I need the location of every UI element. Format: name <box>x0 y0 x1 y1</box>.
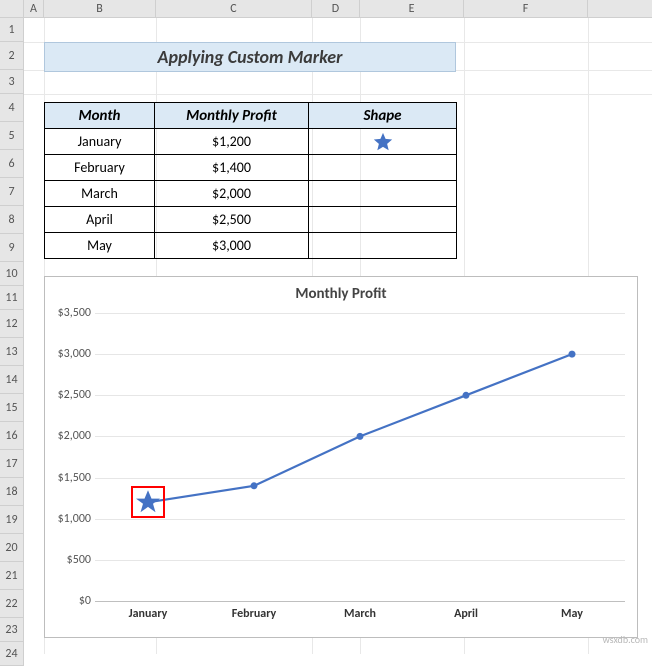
table-row: January $1,200 <box>45 129 457 155</box>
row-header[interactable]: 2 <box>0 42 23 70</box>
select-all-corner[interactable] <box>0 0 24 17</box>
ytick: $1,000 <box>45 512 91 526</box>
col-header-E[interactable]: E <box>360 0 464 17</box>
xtick: April <box>454 607 478 621</box>
row-header[interactable]: 8 <box>0 206 23 234</box>
row-header[interactable]: 11 <box>0 286 23 310</box>
table-row: May $3,000 <box>45 233 457 259</box>
row-header[interactable]: 18 <box>0 478 23 506</box>
row-header[interactable]: 10 <box>0 262 23 286</box>
chart-title: Monthly Profit <box>45 285 637 303</box>
table-row: March $2,000 <box>45 181 457 207</box>
cell-profit[interactable]: $1,200 <box>155 129 309 155</box>
col-header-F[interactable]: F <box>464 0 588 17</box>
cell-profit[interactable]: $1,400 <box>155 155 309 181</box>
col-header-D[interactable]: D <box>312 0 360 17</box>
row-header[interactable]: 4 <box>0 94 23 122</box>
grid-area[interactable]: Applying Custom Marker Month Monthly Pro… <box>24 18 652 654</box>
col-header-A[interactable]: A <box>24 0 44 17</box>
cell-shape[interactable] <box>309 129 457 155</box>
cell-month[interactable]: May <box>45 233 155 259</box>
row-header[interactable]: 23 <box>0 618 23 642</box>
data-marker <box>569 351 576 358</box>
cell-shape[interactable] <box>309 181 457 207</box>
xtick: February <box>232 607 276 621</box>
column-header-row: A B C D E F <box>0 0 652 18</box>
row-header[interactable]: 1 <box>0 18 23 42</box>
th-profit[interactable]: Monthly Profit <box>155 103 309 129</box>
cell-profit[interactable]: $2,500 <box>155 207 309 233</box>
data-marker <box>463 392 470 399</box>
row-header[interactable]: 9 <box>0 234 23 262</box>
col-header-C[interactable]: C <box>156 0 312 17</box>
row-header[interactable]: 14 <box>0 366 23 394</box>
row-header[interactable]: 5 <box>0 122 23 150</box>
cell-shape[interactable] <box>309 233 457 259</box>
xtick: March <box>344 607 376 621</box>
spreadsheet: A B C D E F 1 2 3 4 5 6 7 8 9 10 11 12 1… <box>0 0 652 654</box>
cell-month[interactable]: February <box>45 155 155 181</box>
col-header-B[interactable]: B <box>44 0 156 17</box>
row-header[interactable]: 16 <box>0 422 23 450</box>
page-title-text: Applying Custom Marker <box>158 46 343 68</box>
cell-month[interactable]: January <box>45 129 155 155</box>
row-header[interactable]: 22 <box>0 590 23 618</box>
th-month[interactable]: Month <box>45 103 155 129</box>
ytick: $1,500 <box>45 471 91 485</box>
cell-shape[interactable] <box>309 207 457 233</box>
cell-profit[interactable]: $3,000 <box>155 233 309 259</box>
ytick: $2,500 <box>45 388 91 402</box>
ytick: $0 <box>45 594 91 608</box>
chart-series[interactable] <box>95 313 625 601</box>
table-row: February $1,400 <box>45 155 457 181</box>
cell-month[interactable]: April <box>45 207 155 233</box>
cell-month[interactable]: March <box>45 181 155 207</box>
ytick: $500 <box>45 553 91 567</box>
row-header[interactable]: 15 <box>0 394 23 422</box>
page-title[interactable]: Applying Custom Marker <box>44 42 456 72</box>
th-shape[interactable]: Shape <box>309 103 457 129</box>
data-table: Month Monthly Profit Shape January $1,20… <box>44 102 457 259</box>
xtick: May <box>561 607 583 621</box>
chart[interactable]: Monthly Profit $3,500 $3,000 $2,500 $2,0… <box>44 276 638 638</box>
row-header[interactable]: 17 <box>0 450 23 478</box>
table-header-row: Month Monthly Profit Shape <box>45 103 457 129</box>
row-header[interactable]: 21 <box>0 562 23 590</box>
data-marker <box>251 482 258 489</box>
chart-plot-area[interactable]: $3,500 $3,000 $2,500 $2,000 $1,500 $1,00… <box>95 313 625 601</box>
ytick: $3,500 <box>45 306 91 320</box>
row-header[interactable]: 3 <box>0 70 23 94</box>
row-header[interactable]: 19 <box>0 506 23 534</box>
xtick: January <box>129 607 168 621</box>
ytick: $2,000 <box>45 429 91 443</box>
series-line <box>148 354 572 502</box>
row-header-column: 1 2 3 4 5 6 7 8 9 10 11 12 13 14 15 16 1… <box>0 18 24 666</box>
data-marker <box>357 433 364 440</box>
row-header[interactable]: 24 <box>0 642 23 666</box>
row-header[interactable]: 7 <box>0 178 23 206</box>
table-row: April $2,500 <box>45 207 457 233</box>
star-icon <box>372 131 394 153</box>
cell-shape[interactable] <box>309 155 457 181</box>
watermark: wsxdb.com <box>603 633 648 646</box>
ytick: $3,000 <box>45 347 91 361</box>
row-header[interactable]: 20 <box>0 534 23 562</box>
row-header[interactable]: 13 <box>0 338 23 366</box>
cell-profit[interactable]: $2,000 <box>155 181 309 207</box>
row-header[interactable]: 12 <box>0 310 23 338</box>
row-header[interactable]: 6 <box>0 150 23 178</box>
